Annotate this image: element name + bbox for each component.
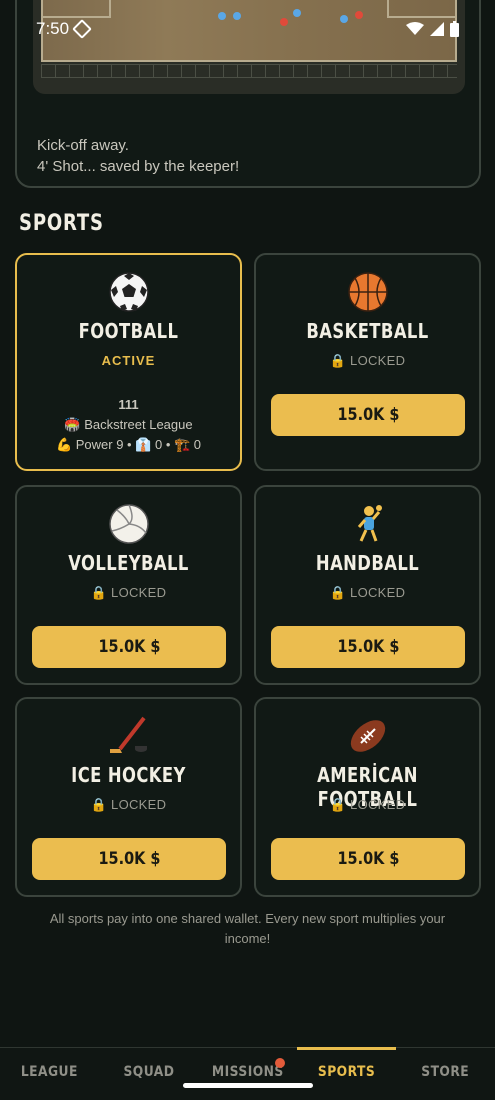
match-commentary: Kick-off away. 4' Shot... saved by the k… xyxy=(37,135,239,177)
team-stats: 💪 Power 9 • 👔 0 • 🏗️ 0 xyxy=(55,437,202,452)
football-icon xyxy=(17,271,240,313)
ice-hockey-icon xyxy=(17,715,240,757)
nav-tab-squad[interactable]: SQUAD xyxy=(99,1048,198,1100)
sport-status: 🔒 LOCKED xyxy=(329,585,406,600)
sport-status: 🔒 LOCKED xyxy=(329,353,406,368)
nav-label: SQUAD xyxy=(123,1064,174,1080)
unlock-price: 15.0K $ xyxy=(337,849,399,869)
battery-icon xyxy=(450,21,459,37)
clock: 7:50 xyxy=(36,19,70,38)
sport-status: 🔒 LOCKED xyxy=(329,797,406,812)
sport-status: 🔒 LOCKED xyxy=(90,585,167,600)
league-info: 111 🏟️ Backstreet League 💪 Power 9 • 👔 0… xyxy=(17,395,240,455)
stadium-fence xyxy=(41,64,457,78)
commentary-line: Kick-off away. xyxy=(37,137,129,154)
sport-name: ICE HOCKEY xyxy=(71,763,186,787)
handball-icon-graphic xyxy=(357,505,382,542)
status-time: 7:50 xyxy=(36,19,92,39)
handball-icon xyxy=(256,503,479,545)
sport-card-volleyball: VOLLEYBALL 🔒 LOCKED 15.0K $ xyxy=(15,485,242,685)
ice-hockey-icon-graphic xyxy=(109,716,147,753)
nav-label: LEAGUE xyxy=(21,1064,78,1080)
american-football-icon xyxy=(256,715,479,757)
sport-status: 🔒 LOCKED xyxy=(90,797,167,812)
unlock-american-football-button[interactable]: 15.0K $ xyxy=(271,838,465,880)
league-number: 111 xyxy=(118,397,139,412)
sport-name: VOLLEYBALL xyxy=(68,551,189,575)
league-name: 🏟️ Backstreet League xyxy=(64,417,193,432)
notification-badge xyxy=(275,1058,285,1068)
wifi-icon xyxy=(406,22,424,35)
sport-card-ice-hockey: ICE HOCKEY 🔒 LOCKED 15.0K $ xyxy=(15,697,242,897)
basketball-icon xyxy=(256,271,479,313)
status-icons xyxy=(406,21,459,37)
nav-label: SPORTS xyxy=(317,1064,376,1080)
nav-label: MISSIONS xyxy=(211,1064,284,1080)
american-football-icon-graphic xyxy=(350,720,385,752)
signal-icon xyxy=(430,22,444,36)
nav-tab-sports[interactable]: SPORTS xyxy=(297,1047,396,1100)
volleyball-icon xyxy=(17,503,240,545)
nav-tab-store[interactable]: STORE xyxy=(396,1048,495,1100)
home-indicator[interactable] xyxy=(183,1083,313,1088)
football-icon-graphic xyxy=(108,272,149,312)
sport-card-basketball: BASKETBALL 🔒 LOCKED 15.0K $ xyxy=(254,253,481,471)
sport-name: HANDBALL xyxy=(315,551,420,575)
unlock-ice-hockey-button[interactable]: 15.0K $ xyxy=(32,838,226,880)
unlock-price: 15.0K $ xyxy=(98,637,160,657)
volleyball-icon-graphic xyxy=(108,504,149,544)
sport-name: FOOTBALL xyxy=(78,319,179,343)
commentary-line: 4' Shot... saved by the keeper! xyxy=(37,158,240,175)
sport-card-american-football: AMERİCAN FOOTBALL 🔒 LOCKED 15.0K $ xyxy=(254,697,481,897)
unlock-price: 15.0K $ xyxy=(337,405,399,425)
nav-tab-missions[interactable]: MISSIONS xyxy=(198,1048,297,1100)
bottom-nav: LEAGUE SQUAD MISSIONS SPORTS STORE xyxy=(0,1047,495,1100)
section-title: SPORTS xyxy=(19,211,104,236)
unlock-volleyball-button[interactable]: 15.0K $ xyxy=(32,626,226,668)
nav-label: STORE xyxy=(421,1064,470,1080)
basketball-icon-graphic xyxy=(347,272,388,312)
sport-status: ACTIVE xyxy=(101,353,156,368)
sport-card-handball: HANDBALL 🔒 LOCKED 15.0K $ xyxy=(254,485,481,685)
sport-name: BASKETBALL xyxy=(306,319,429,343)
unlock-handball-button[interactable]: 15.0K $ xyxy=(271,626,465,668)
app-notification-icon xyxy=(72,19,92,39)
nav-tab-league[interactable]: LEAGUE xyxy=(0,1048,99,1100)
unlock-price: 15.0K $ xyxy=(337,637,399,657)
status-bar: 7:50 xyxy=(0,0,495,58)
unlock-basketball-button[interactable]: 15.0K $ xyxy=(271,394,465,436)
sport-card-football[interactable]: FOOTBALL ACTIVE 111 🏟️ Backstreet League… xyxy=(15,253,242,471)
unlock-price: 15.0K $ xyxy=(98,849,160,869)
wallet-footnote: All sports pay into one shared wallet. E… xyxy=(49,911,446,946)
